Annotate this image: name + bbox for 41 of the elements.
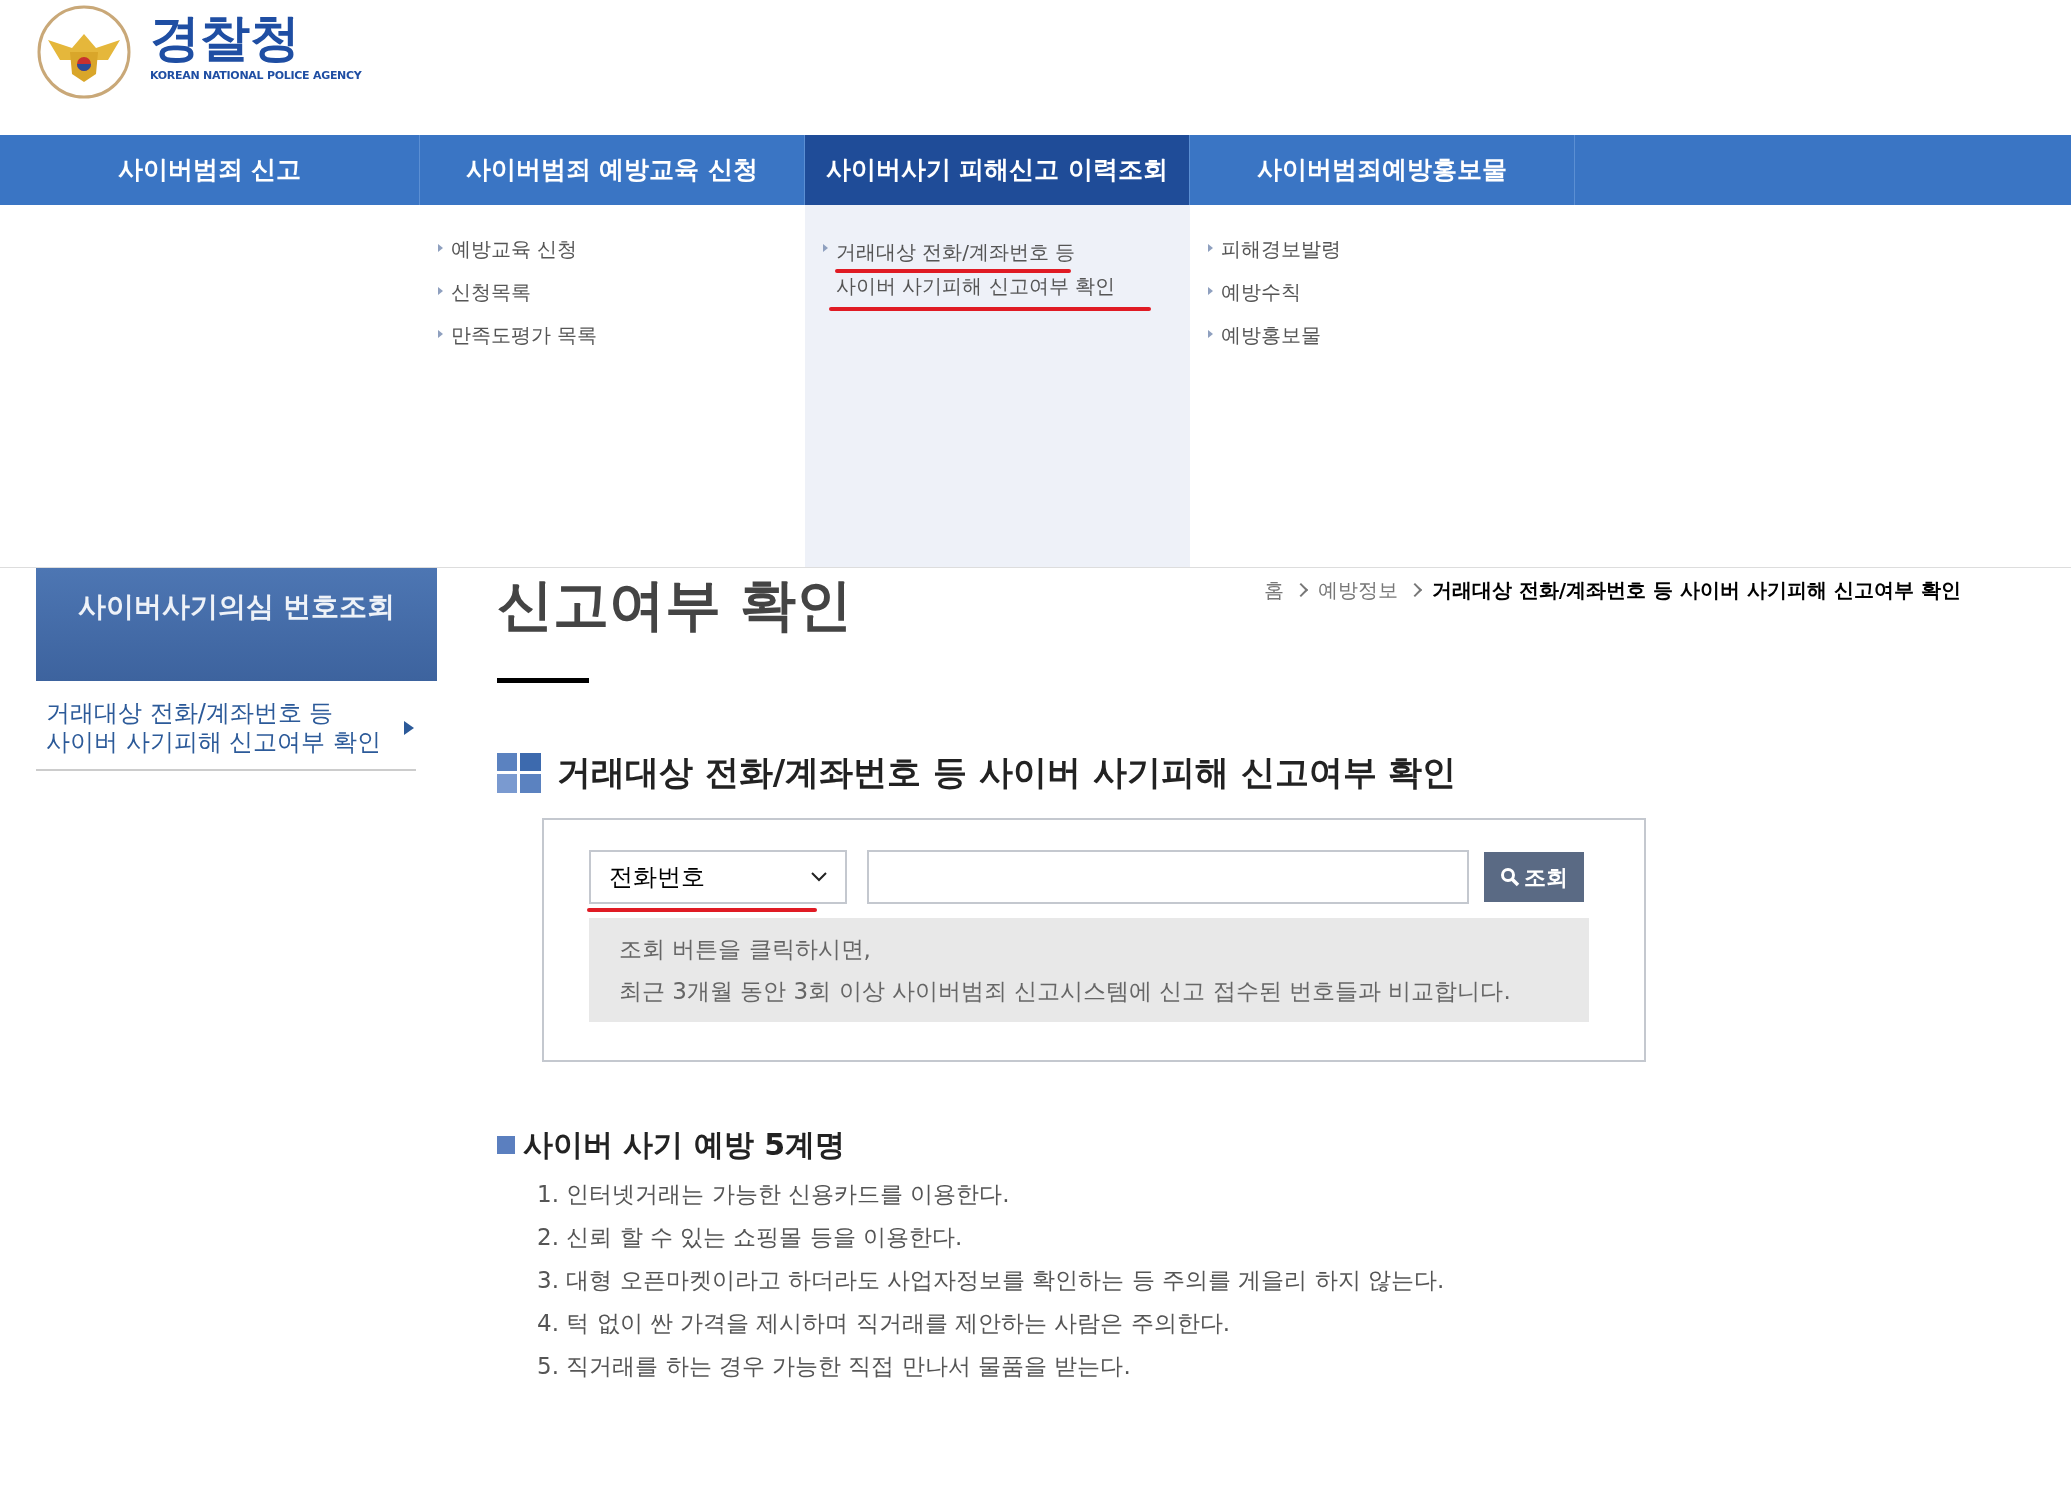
tip-text: 1. 인터넷거래는 가능한 신용카드를 이용한다.: [537, 1180, 1011, 1209]
logo-title: 경찰청: [150, 8, 301, 68]
submenu-link[interactable]: 피해경보발령: [1221, 235, 1341, 264]
nav-tab[interactable]: 사이버사기 피해신고 이력조회: [805, 135, 1190, 205]
tips-title: 사이버 사기 예방 5계명: [523, 1126, 846, 1164]
breadcrumb-link[interactable]: 예방정보: [1317, 575, 1398, 605]
submenu-link[interactable]: 예방수칙: [1221, 278, 1301, 307]
bullet-icon: [1208, 287, 1213, 295]
page-title: 신고여부 확인: [497, 571, 853, 639]
logo-subtitle: KOREAN NATIONAL POLICE AGENCY: [150, 68, 362, 84]
bullet-icon: [1208, 244, 1213, 252]
search-icon: [1500, 867, 1520, 887]
bullet-icon: [823, 244, 828, 252]
search-input[interactable]: [867, 850, 1469, 904]
sidebar-item[interactable]: 거래대상 전화/계좌번호 등 사이버 사기피해 신고여부 확인: [36, 699, 416, 771]
police-emblem-icon: [36, 4, 132, 100]
search-type-select[interactable]: 전화번호: [589, 850, 847, 904]
breadcrumb-link[interactable]: 거래대상 전화/계좌번호 등 사이버 사기피해 신고여부 확인: [1431, 575, 1961, 605]
submenu-link[interactable]: 예방홍보물: [1221, 321, 1321, 350]
tip-text: 5. 직거래를 하는 경우 가능한 직접 만나서 물품을 받는다.: [537, 1352, 1132, 1381]
tip-text: 4. 턱 없이 싼 가격을 제시하며 직거래를 제안하는 사람은 주의한다.: [537, 1309, 1232, 1338]
grid-icon: [497, 752, 541, 793]
section-title: 거래대상 전화/계좌번호 등 사이버 사기피해 신고여부 확인: [557, 751, 1457, 794]
submenu-link[interactable]: 거래대상 전화/계좌번호 등 사이버 사기피해 신고여부 확인: [836, 235, 1136, 303]
search-button[interactable]: 조회: [1484, 852, 1584, 902]
bullet-icon: [1208, 330, 1213, 338]
bullet-icon: [438, 287, 443, 295]
square-bullet-icon: [497, 1135, 515, 1154]
arrow-icon: [404, 721, 414, 735]
sidebar-title: 사이버사기의심 번호조회: [77, 589, 396, 625]
submenu-link[interactable]: 예방교육 신청: [451, 235, 578, 264]
tip-text: 2. 신뢰 할 수 있는 쇼핑몰 등을 이용한다.: [537, 1223, 964, 1252]
notice-text: 조회 버튼을 클릭하시면,: [619, 935, 872, 964]
tip-text: 3. 대형 오픈마켓이라고 하더라도 사업자정보를 확인하는 등 주의를 게을리 하지 않는다.: [537, 1266, 1446, 1295]
notice-text: 최근 3개월 동안 3회 이상 사이버범죄 신고시스템에 신고 접수된 번호들과 비교합니다.: [619, 977, 1512, 1006]
bullet-icon: [438, 244, 443, 252]
chevron-down-icon: [811, 872, 827, 882]
submenu-link[interactable]: 만족도평가 목록: [451, 321, 598, 350]
bullet-icon: [438, 330, 443, 338]
breadcrumb-link[interactable]: 홈: [1263, 575, 1284, 605]
submenu-link[interactable]: 신청목록: [451, 278, 531, 307]
